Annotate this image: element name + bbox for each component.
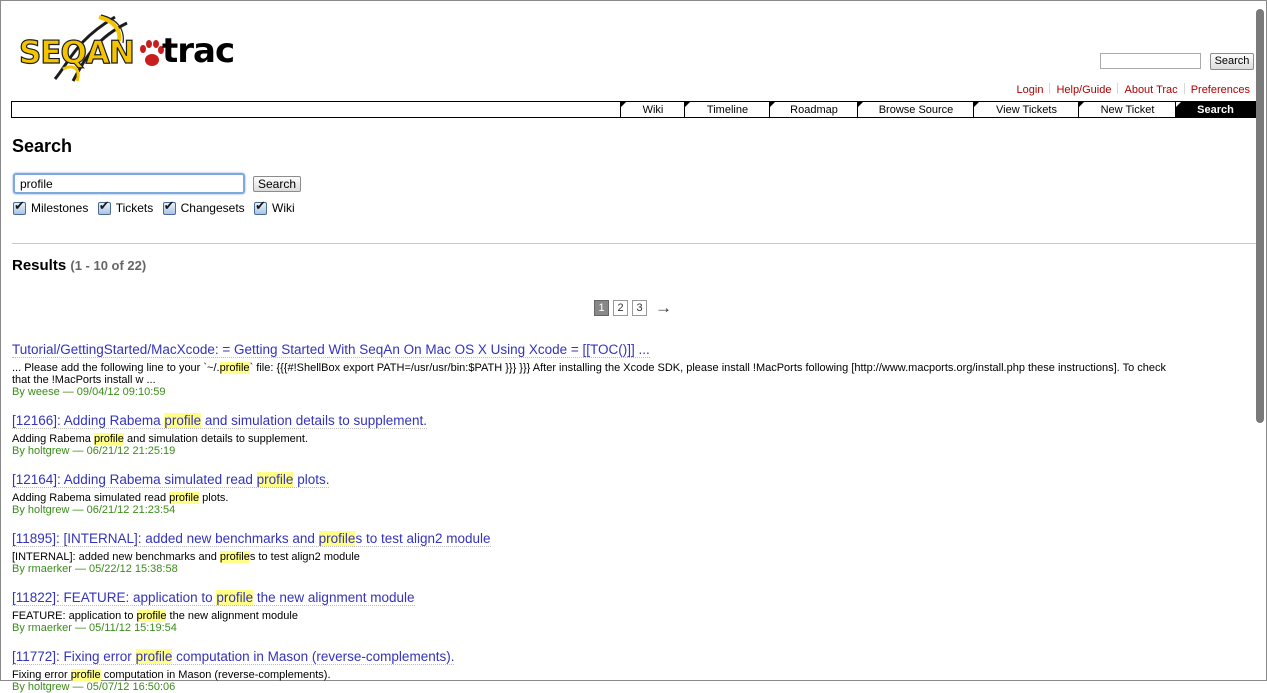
- next-page-arrow-icon[interactable]: →: [655, 298, 672, 318]
- result-author: By weese — 09/04/12 09:10:59: [12, 386, 166, 398]
- main-nav: Wiki Timeline Roadmap Browse Source View…: [11, 101, 1256, 118]
- result-title-link[interactable]: [11772]: Fixing error profile computatio…: [12, 649, 455, 665]
- result-author: By rmaerker — 05/11/12 15:19:54: [12, 622, 177, 634]
- pagination: 1 2 3 →: [594, 298, 672, 318]
- search-query-input[interactable]: [13, 173, 245, 194]
- nav-new-ticket[interactable]: New Ticket: [1078, 102, 1176, 117]
- page-1: 1: [594, 300, 609, 316]
- result-item: [11895]: [INTERNAL]: added new benchmark…: [12, 530, 1172, 575]
- filter-wiki[interactable]: Wiki: [254, 198, 295, 215]
- filter-label: Tickets: [115, 201, 154, 215]
- trac-logo[interactable]: SEQAN trac: [15, 11, 235, 85]
- result-item: [12164]: Adding Rabema simulated read pr…: [12, 471, 1172, 516]
- result-item: [11822]: FEATURE: application to profile…: [12, 589, 1172, 634]
- nav-roadmap[interactable]: Roadmap: [769, 102, 858, 117]
- result-item: [12166]: Adding Rabema profile and simul…: [12, 412, 1172, 457]
- logo-seqan-text: SEQAN: [18, 34, 135, 71]
- divider: [1049, 83, 1051, 94]
- result-title-link[interactable]: [11895]: [INTERNAL]: added new benchmark…: [12, 531, 491, 547]
- result-author: By rmaerker — 05/22/12 15:38:58: [12, 563, 178, 575]
- filter-label: Changesets: [180, 201, 245, 215]
- result-author: By holtgrew — 06/21/12 21:23:54: [12, 504, 176, 516]
- result-excerpt: [INTERNAL]: added new benchmarks and pro…: [12, 551, 360, 563]
- page-2[interactable]: 2: [613, 300, 628, 316]
- result-title-link[interactable]: Tutorial/GettingStarted/MacXcode: = Gett…: [12, 342, 650, 358]
- checkbox-checked-icon[interactable]: [254, 198, 267, 215]
- divider: [1117, 83, 1119, 94]
- result-title-link[interactable]: [12166]: Adding Rabema profile and simul…: [12, 413, 428, 429]
- result-excerpt: Adding Rabema simulated read profile plo…: [12, 492, 229, 504]
- result-item: Tutorial/GettingStarted/MacXcode: = Gett…: [12, 341, 1172, 398]
- filter-changesets[interactable]: Changesets: [162, 198, 245, 215]
- result-excerpt: Adding Rabema profile and simulation det…: [12, 433, 308, 445]
- checkbox-checked-icon[interactable]: [162, 198, 176, 215]
- result-title-link[interactable]: [11822]: FEATURE: application to profile…: [12, 590, 415, 606]
- nav-wiki[interactable]: Wiki: [620, 102, 685, 117]
- filter-tickets[interactable]: Tickets: [97, 198, 154, 215]
- checkbox-checked-icon[interactable]: [97, 198, 111, 215]
- page-3[interactable]: 3: [632, 300, 647, 316]
- logo-trac-text: trac: [162, 31, 235, 71]
- divider: [12, 243, 1256, 244]
- checkbox-checked-icon[interactable]: [13, 198, 26, 215]
- result-excerpt: FEATURE: application to profile the new …: [12, 610, 298, 622]
- top-search-input[interactable]: [1100, 53, 1201, 69]
- login-link[interactable]: Login: [1017, 84, 1044, 96]
- divider: [1183, 83, 1185, 94]
- vertical-scrollbar[interactable]: [1256, 9, 1264, 423]
- paw-icon: [140, 40, 164, 66]
- page-title: Search: [12, 136, 73, 156]
- nav-browse-source[interactable]: Browse Source: [857, 102, 974, 117]
- search-filters: Milestones Tickets Changesets Wiki: [13, 198, 301, 218]
- result-excerpt: Fixing error profile computation in Maso…: [12, 669, 331, 681]
- filter-label: Milestones: [31, 201, 89, 215]
- result-title-link[interactable]: [12164]: Adding Rabema simulated read pr…: [12, 472, 330, 488]
- meta-nav: Login Help/Guide About Trac Preferences: [1017, 83, 1250, 96]
- result-author: By holtgrew — 06/21/12 21:25:19: [12, 445, 176, 457]
- filter-label: Wiki: [272, 201, 295, 215]
- results-count: (1 - 10 of 22): [70, 258, 147, 273]
- result-item: [11772]: Fixing error profile computatio…: [12, 648, 1172, 693]
- nav-view-tickets[interactable]: View Tickets: [973, 102, 1079, 117]
- search-button[interactable]: Search: [253, 176, 301, 192]
- nav-search[interactable]: Search: [1175, 102, 1255, 117]
- about-trac-link[interactable]: About Trac: [1124, 84, 1177, 96]
- results-heading: Results (1 - 10 of 22): [12, 257, 146, 274]
- result-author: By holtgrew — 05/07/12 16:50:06: [12, 681, 176, 693]
- results-label: Results: [12, 257, 67, 274]
- nav-timeline[interactable]: Timeline: [684, 102, 770, 117]
- preferences-link[interactable]: Preferences: [1191, 84, 1250, 96]
- top-search-button[interactable]: Search: [1210, 53, 1254, 70]
- filter-milestones[interactable]: Milestones: [13, 198, 89, 215]
- help-guide-link[interactable]: Help/Guide: [1056, 84, 1111, 96]
- result-excerpt: ... Please add the following line to you…: [12, 362, 1166, 386]
